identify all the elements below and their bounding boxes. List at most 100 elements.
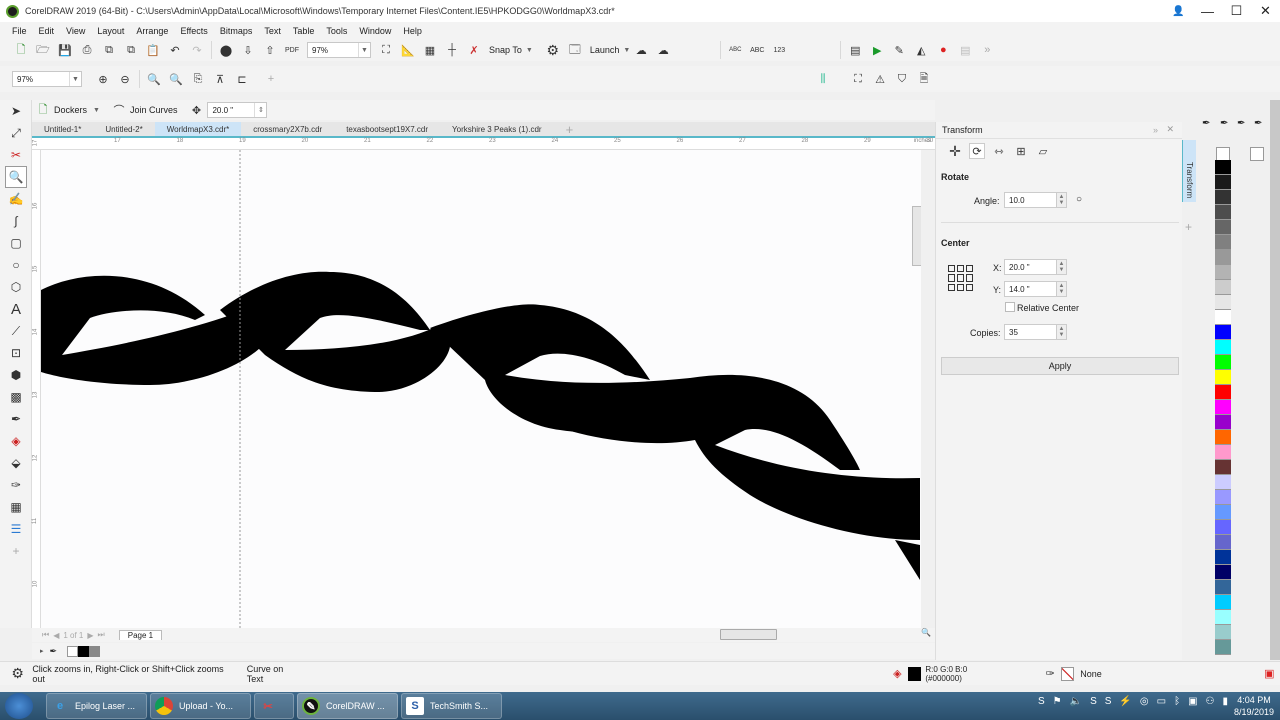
copies-input[interactable]: 35 (1004, 324, 1057, 340)
color-swatch[interactable] (1215, 370, 1231, 385)
full-screen-icon[interactable]: ⛶ (378, 42, 394, 58)
color-swatch[interactable] (1215, 280, 1231, 295)
zoom-all-objects-icon[interactable]: 🔍 (168, 71, 184, 87)
launch-dropdown[interactable]: Launch (590, 45, 620, 55)
zoom-out-icon[interactable]: ⊖ (117, 71, 133, 87)
text-abc-icon[interactable]: ABC (749, 42, 765, 58)
open-icon[interactable]: 🗁 (35, 42, 51, 58)
zoom-page-height-icon[interactable]: ⊏ (234, 71, 250, 87)
outline-pen-icon[interactable]: ✑ (0, 474, 32, 496)
shape-tool-icon[interactable]: ⤢ (0, 122, 32, 144)
snagit-editor-tray-icon[interactable]: S (1105, 696, 1112, 707)
palette-eyedropper-icon[interactable]: ✒ (1202, 118, 1210, 129)
text-tool-icon[interactable]: A (0, 298, 32, 320)
transparency-tool-icon[interactable]: ▩ (0, 386, 32, 408)
volume-icon[interactable]: 🔈 (1070, 696, 1082, 707)
color-proofing-icon[interactable]: ▣ (1262, 666, 1277, 682)
color-swatch[interactable] (1215, 490, 1231, 505)
add-icon[interactable]: + (263, 71, 279, 87)
center-x-spinner[interactable]: ▲ ▼ (1056, 259, 1067, 275)
relative-center-checkbox[interactable] (1005, 302, 1015, 312)
print-icon[interactable]: ⎙ (79, 42, 95, 58)
color-swatch[interactable] (1215, 250, 1231, 265)
doc-palette-eyedropper-icon[interactable]: ✒ (50, 646, 58, 657)
center-x-input[interactable]: 20.0 " (1004, 259, 1057, 275)
taskbar-item-epilog[interactable]: e Epilog Laser ... (46, 693, 147, 719)
power-tray-icon[interactable]: ⚇ (1206, 696, 1215, 707)
network-tray-icon[interactable]: ◎ (1140, 696, 1149, 707)
menu-layout[interactable]: Layout (97, 26, 124, 36)
close-button[interactable]: ✕ (1251, 0, 1280, 22)
save-icon[interactable]: 💾 (57, 42, 73, 58)
palette-eyedropper-icon[interactable]: ✒ (1254, 118, 1262, 129)
color-swatch[interactable] (1215, 640, 1231, 655)
export-icon[interactable]: ⇧ (262, 42, 278, 58)
last-page-icon[interactable]: ⏭ (98, 630, 105, 640)
techsmith-tray-icon[interactable]: S (1038, 696, 1045, 707)
color-swatch[interactable] (1215, 595, 1231, 610)
angle-input[interactable]: 10.0 (1004, 192, 1057, 208)
paste-icon[interactable]: 📋 (145, 42, 161, 58)
nudge-distance-field[interactable]: 20.0 " ⇕ (207, 102, 268, 118)
dockers-button[interactable]: Dockers (54, 105, 87, 115)
crop-tool-icon[interactable]: ✂ (0, 144, 32, 166)
color-swatch[interactable] (1215, 610, 1231, 625)
swatch-gray[interactable] (89, 645, 101, 657)
menu-file[interactable]: File (12, 26, 27, 36)
cut-icon[interactable]: ⧉ (101, 42, 117, 58)
text-abc-123-icon[interactable]: ABC (727, 42, 743, 58)
first-page-icon[interactable]: ⏮ (42, 630, 49, 640)
snap-off-icon[interactable]: ✗ (466, 42, 482, 58)
color-swatch[interactable] (1215, 190, 1231, 205)
vertical-scrollbar-thumb[interactable] (912, 206, 921, 266)
color-swatch[interactable] (1215, 295, 1231, 310)
drawing-canvas[interactable] (41, 150, 921, 628)
docker-expand-icon[interactable]: » (1153, 125, 1158, 135)
color-swatch[interactable] (1215, 445, 1231, 460)
overflow-chevron-icon[interactable]: » (979, 42, 995, 58)
table-tool-icon[interactable]: ▦ (0, 496, 32, 518)
color-swatch[interactable] (1215, 325, 1231, 340)
center-y-input[interactable]: 14.0 " (1004, 281, 1057, 297)
display-tray-icon[interactable]: ▭ (1157, 696, 1166, 707)
polygon-tool-icon[interactable]: ⬡ (0, 276, 32, 298)
menu-window[interactable]: Window (359, 26, 391, 36)
macro-editor-icon[interactable]: ✎ (891, 42, 907, 58)
taskbar-item-snipping[interactable]: ✂ (254, 693, 294, 719)
minimize-button[interactable]: — (1193, 0, 1222, 22)
object-properties-icon[interactable]: ☰ (0, 518, 32, 540)
search-content-icon[interactable]: ⬤ (218, 42, 234, 58)
swatch-black[interactable] (78, 645, 90, 657)
connector-tool-icon[interactable]: ⊡ (0, 342, 32, 364)
clock[interactable]: 4:04 PM 8/19/2019 (1234, 694, 1274, 718)
new-document-icon[interactable]: 🗋 (13, 42, 29, 58)
join-curves-button[interactable]: Join Curves (130, 105, 178, 115)
color-swatch[interactable] (1215, 310, 1231, 325)
taskbar-item-chrome[interactable]: Upload - Yo... (150, 693, 251, 719)
color-swatch[interactable] (1215, 265, 1231, 280)
tab-untitled-2[interactable]: Untitled-2* (93, 122, 154, 136)
color-swatch[interactable] (1215, 460, 1231, 475)
apply-button[interactable]: Apply (941, 357, 1179, 375)
color-swatch[interactable] (1215, 475, 1231, 490)
previous-page-icon[interactable]: ◀ (53, 631, 59, 640)
ribbon-artwork[interactable] (41, 150, 921, 628)
color-swatch[interactable] (1215, 205, 1231, 220)
color-palette[interactable] (1215, 160, 1231, 655)
ruler-triangle-icon[interactable]: ◭ (913, 42, 929, 58)
rotation-center-icon[interactable]: ○ (1076, 194, 1082, 205)
spin-arrows[interactable]: ⇕ (254, 103, 266, 117)
tab-yorkshire[interactable]: Yorkshire 3 Peaks (1).cdr (440, 122, 554, 136)
swatch-none[interactable] (67, 645, 79, 657)
show-grid-icon[interactable]: ▦ (422, 42, 438, 58)
eyedropper-tool-icon[interactable]: ✒ (0, 408, 32, 430)
document-info-icon[interactable]: 🗎 (916, 71, 932, 87)
color-swatch[interactable] (1215, 625, 1231, 640)
anchor-grid-icon[interactable] (948, 265, 974, 291)
start-button-icon[interactable] (5, 693, 33, 719)
zoom-page-icon[interactable]: ⎘ (190, 71, 206, 87)
menu-text[interactable]: Text (264, 26, 281, 36)
menu-arrange[interactable]: Arrange (136, 26, 168, 36)
acrobat-tray-icon[interactable]: ⚡ (1119, 696, 1131, 707)
color-swatch[interactable] (1215, 505, 1231, 520)
